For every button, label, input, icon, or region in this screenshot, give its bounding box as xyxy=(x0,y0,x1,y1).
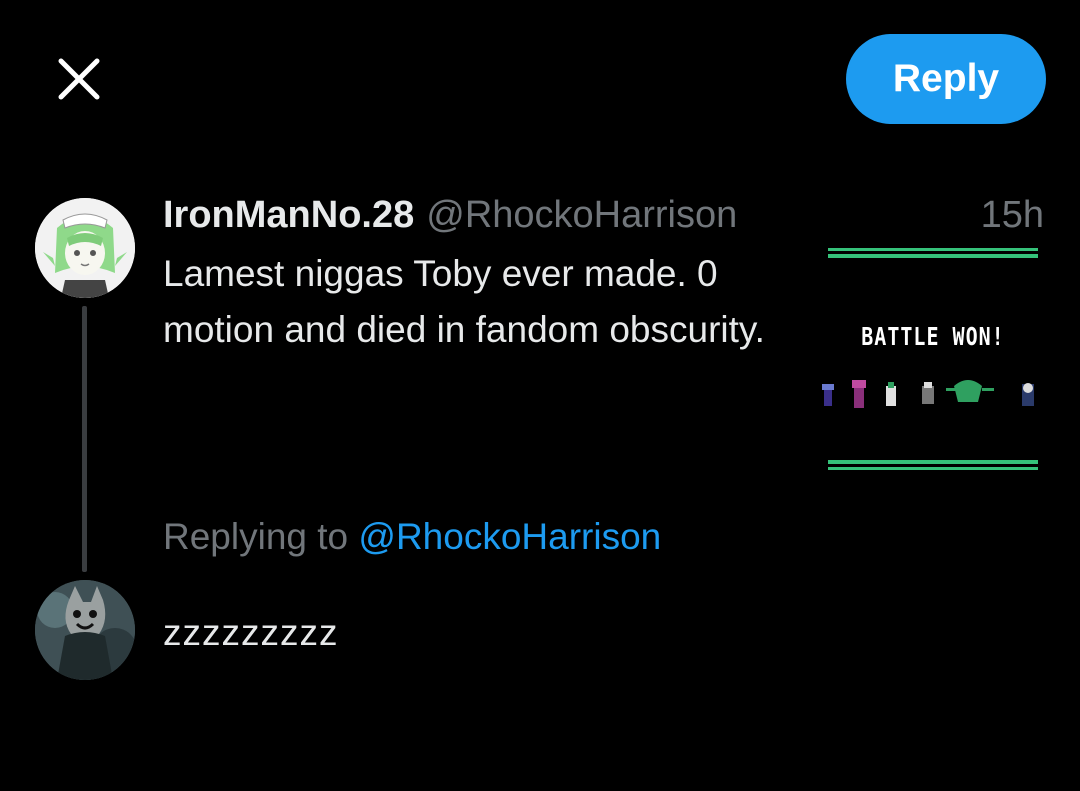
avatar-image xyxy=(35,580,135,680)
tweet-text: Lamest niggas Toby ever made. 0 motion a… xyxy=(163,253,765,350)
display-name[interactable]: IronManNo.28 xyxy=(163,194,414,237)
tweet-media[interactable]: BATTLE WON! xyxy=(818,238,1048,474)
media-caption: BATTLE WON! xyxy=(861,321,1005,351)
media-frame xyxy=(822,248,1038,470)
close-button[interactable] xyxy=(52,52,106,106)
thread-connector xyxy=(82,306,87,572)
tweet-header: IronManNo.28 @RhockoHarrison xyxy=(163,190,737,240)
reply-button[interactable]: Reply xyxy=(846,34,1046,124)
tweet-timestamp[interactable]: 15h xyxy=(981,190,1044,240)
avatar[interactable] xyxy=(35,580,135,680)
user-handle[interactable]: @RhockoHarrison xyxy=(426,194,737,237)
avatar[interactable] xyxy=(35,198,135,298)
mention-link[interactable]: @RhockoHarrison xyxy=(358,516,661,557)
close-icon xyxy=(58,58,100,100)
avatar-image xyxy=(35,198,135,298)
reply-text-input[interactable]: zzzzzzzzz xyxy=(163,608,339,658)
character-sprites xyxy=(822,380,1034,408)
replying-to: Replying to @RhockoHarrison xyxy=(163,512,661,562)
replying-to-label: Replying to xyxy=(163,516,349,557)
